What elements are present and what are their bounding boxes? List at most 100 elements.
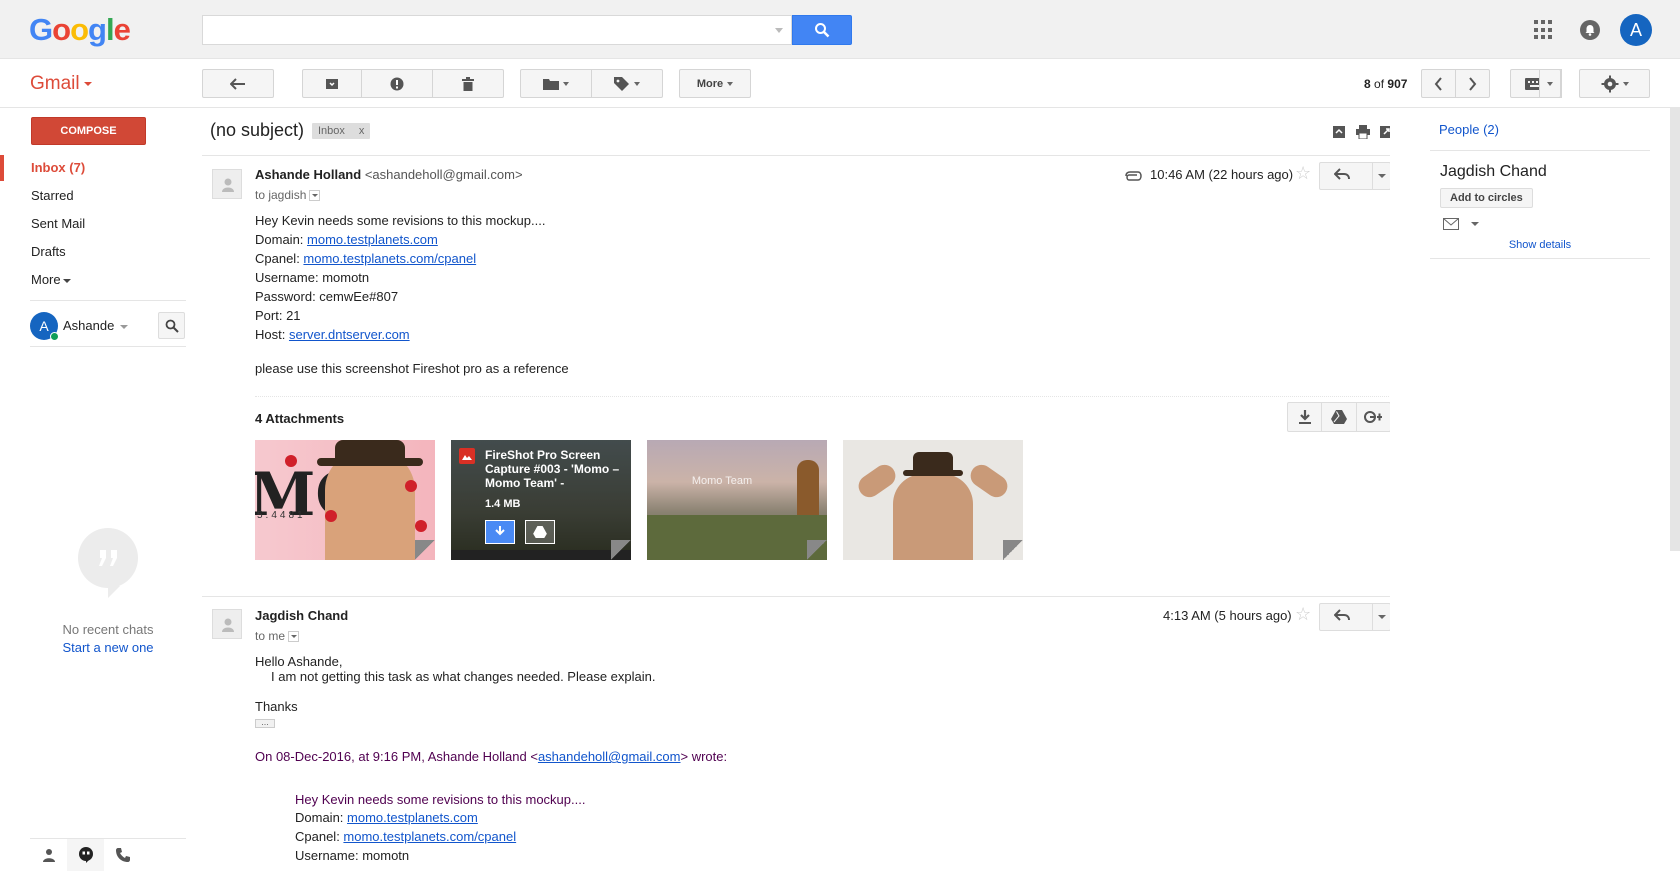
attachment-thumbnail-2[interactable]: FireShot Pro Screen Capture #003 - 'Momo… <box>451 440 631 560</box>
archive-button[interactable] <box>302 69 362 98</box>
more-actions-button[interactable]: More <box>679 69 751 98</box>
sidebar-item-starred[interactable]: Starred <box>0 183 185 209</box>
message-timestamp[interactable]: 10:46 AM (22 hours ago) <box>1150 167 1293 182</box>
toolbar: Gmail More 8 of 907 <box>0 59 1680 108</box>
reply-button[interactable] <box>1319 603 1390 631</box>
show-details-caret[interactable] <box>288 631 300 643</box>
search-options-caret[interactable] <box>775 28 783 33</box>
chevron-down-icon <box>563 81 569 86</box>
star-icon[interactable]: ☆ <box>1295 163 1311 184</box>
compose-button[interactable]: COMPOSE <box>31 117 146 145</box>
show-trimmed-content-button[interactable]: ... <box>255 718 275 728</box>
sidebar-item-more[interactable]: More <box>0 267 185 293</box>
settings-button[interactable] <box>1579 69 1650 98</box>
labels-button[interactable] <box>591 69 663 98</box>
quoted-text: Domain: momo.testplanets.com <box>295 810 478 825</box>
account-avatar[interactable]: A <box>1620 14 1652 46</box>
search-input[interactable] <box>203 16 763 44</box>
attachment-thumbnail-3[interactable]: Momo Team <box>647 440 827 560</box>
divider <box>202 155 1390 156</box>
person-icon <box>42 849 55 862</box>
attachment-thumbnail-1[interactable]: MO 5.4481 <box>255 440 435 560</box>
sender-avatar <box>212 169 242 199</box>
download-icon <box>495 526 505 536</box>
remove-label-icon[interactable]: x <box>359 125 365 137</box>
drive-icon <box>1330 410 1347 424</box>
chevron-down-icon[interactable] <box>1378 615 1386 619</box>
sender[interactable]: Jagdish Chand <box>255 608 348 623</box>
chevron-down-icon[interactable] <box>1378 174 1386 178</box>
chevron-down-icon <box>727 81 734 86</box>
body-text: Password: cemwEe#807 <box>255 289 399 304</box>
domain-link[interactable]: momo.testplanets.com <box>307 232 438 247</box>
apps-grid-icon[interactable] <box>1534 20 1554 40</box>
cpanel-link[interactable]: momo.testplanets.com/cpanel <box>303 251 476 266</box>
email-icon[interactable] <box>1443 218 1459 230</box>
save-to-drive-button[interactable] <box>1322 403 1357 431</box>
move-to-button[interactable] <box>520 69 592 98</box>
sender[interactable]: Ashande Holland <ashandeholl@gmail.com> <box>255 167 523 182</box>
back-to-inbox-button[interactable] <box>202 69 274 98</box>
quoted-email-link[interactable]: ashandeholl@gmail.com <box>538 749 681 764</box>
search-button[interactable] <box>792 15 852 45</box>
thread-subject: (no subject) <box>210 120 305 140</box>
label-chip-inbox[interactable]: Inbox x <box>312 123 371 139</box>
image-text: 5.4481 <box>257 510 306 521</box>
download-all-button[interactable] <box>1288 403 1323 431</box>
add-to-circles-button[interactable]: Add to circles <box>1440 188 1533 208</box>
print-icon[interactable] <box>1356 125 1370 139</box>
search-icon <box>815 23 830 38</box>
share-google-plus-button[interactable] <box>1357 403 1390 431</box>
sender-avatar <box>212 609 242 639</box>
hangouts-user[interactable]: A Ashande <box>30 310 186 342</box>
scrollbar[interactable] <box>1670 108 1680 551</box>
sidebar-item-inbox[interactable]: Inbox (7) <box>0 155 185 181</box>
start-new-chat-link[interactable]: Start a new one <box>30 640 186 655</box>
chevron-down-icon[interactable] <box>1471 222 1479 226</box>
pagination-count: 8 of 907 <box>1364 77 1408 91</box>
chevron-down-icon <box>1622 81 1629 86</box>
paperclip-icon <box>1125 171 1142 181</box>
report-spam-button[interactable] <box>361 69 433 98</box>
message-timestamp[interactable]: 4:13 AM (5 hours ago) <box>1163 608 1292 623</box>
download-attachment-button[interactable] <box>485 520 515 544</box>
google-logo[interactable]: Google <box>29 12 131 48</box>
quoted-domain-link[interactable]: momo.testplanets.com <box>347 810 478 825</box>
chevron-left-icon <box>1434 76 1442 91</box>
reply-button[interactable] <box>1319 162 1390 190</box>
contact-name[interactable]: Jagdish Chand <box>1440 163 1547 181</box>
divider <box>1430 150 1650 151</box>
quoted-cpanel-link[interactable]: momo.testplanets.com/cpanel <box>343 829 516 844</box>
newer-message-button[interactable] <box>1421 69 1456 98</box>
left-navigation: COMPOSE Inbox (7) Starred Sent Mail Draf… <box>0 108 190 871</box>
star-icon[interactable]: ☆ <box>1295 604 1311 625</box>
chevron-down-icon <box>634 81 640 86</box>
delete-button[interactable] <box>432 69 504 98</box>
phone-tab[interactable] <box>104 839 141 871</box>
contacts-tab[interactable] <box>30 839 67 871</box>
person-photo <box>325 450 415 560</box>
gmail-app-switcher[interactable]: Gmail <box>30 73 92 95</box>
spam-icon <box>390 77 404 90</box>
divider <box>1430 258 1650 259</box>
new-window-icon[interactable] <box>1379 125 1390 139</box>
hangouts-tab[interactable] <box>67 839 104 871</box>
body-text: Username: momotn <box>255 270 370 285</box>
divider <box>30 346 186 347</box>
input-tools-dropdown[interactable] <box>1539 69 1561 98</box>
divider <box>202 596 1390 597</box>
show-details-link[interactable]: Show details <box>1430 239 1650 251</box>
notifications-bell-icon[interactable] <box>1580 20 1600 40</box>
sidebar-item-drafts[interactable]: Drafts <box>0 239 185 265</box>
hangouts-search-button[interactable] <box>158 312 185 339</box>
save-attachment-to-drive-button[interactable] <box>525 520 555 544</box>
sidebar-item-sent-mail[interactable]: Sent Mail <box>0 211 185 237</box>
host-link[interactable]: server.dntserver.com <box>289 327 410 342</box>
expand-all-icon[interactable] <box>1332 125 1346 139</box>
show-details-caret[interactable] <box>309 190 321 202</box>
divider <box>255 396 1390 397</box>
people-header[interactable]: People (2) <box>1439 122 1499 137</box>
attachment-thumbnail-4[interactable] <box>843 440 1023 560</box>
phone-icon <box>115 848 130 862</box>
older-message-button[interactable] <box>1455 69 1490 98</box>
